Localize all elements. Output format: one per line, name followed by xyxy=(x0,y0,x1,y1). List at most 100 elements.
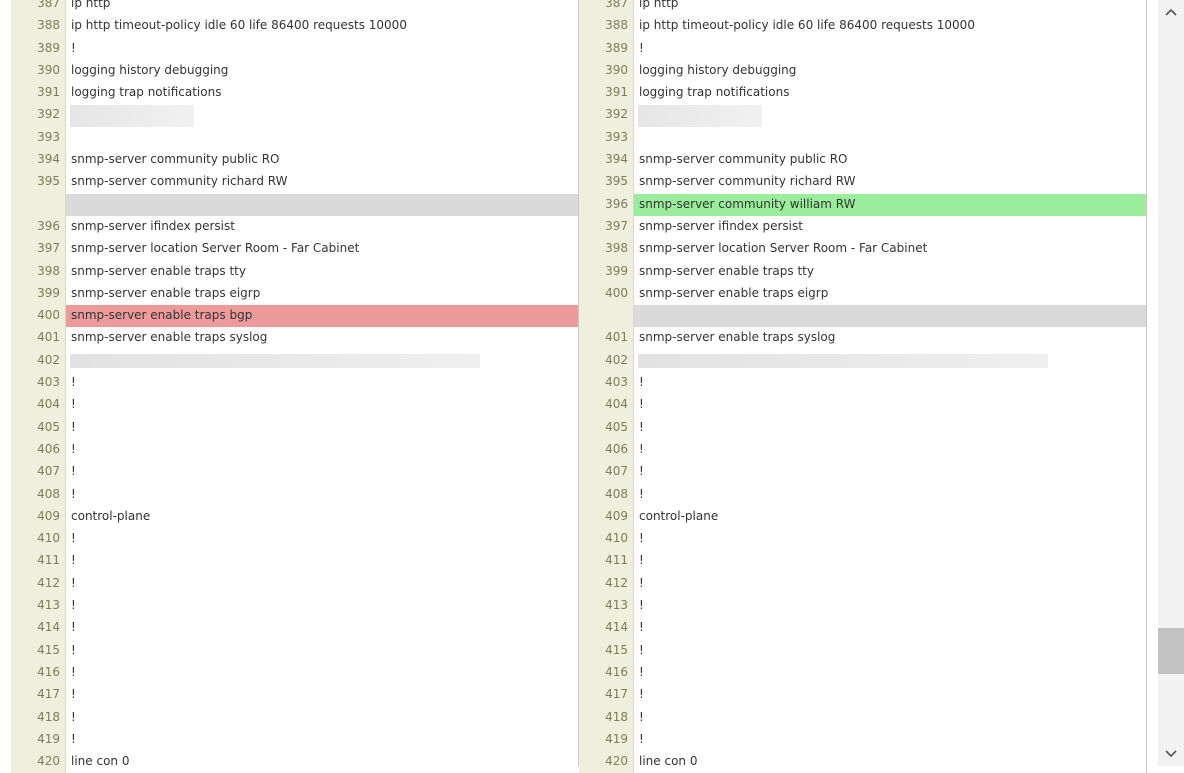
right-line-code[interactable]: ! xyxy=(634,461,1146,483)
right-line-code[interactable]: snmp-server community public RO xyxy=(634,149,1146,171)
left-line-code[interactable]: ! xyxy=(66,707,578,729)
left-line-code[interactable]: ! xyxy=(66,528,578,550)
right-line-code[interactable]: snmp-server enable traps tty xyxy=(634,261,1146,283)
right-line-code[interactable]: ip http xyxy=(634,0,1146,15)
left-line-code[interactable] xyxy=(66,104,578,127)
right-line-code[interactable]: ! xyxy=(634,640,1146,662)
left-line-code[interactable]: ! xyxy=(66,684,578,706)
right-line-number: 415 xyxy=(579,639,634,662)
left-line-number: 392 xyxy=(11,104,66,127)
right-line-code[interactable]: ! xyxy=(634,573,1146,595)
right-line-code[interactable]: ! xyxy=(634,372,1146,394)
right-line-code[interactable]: ! xyxy=(634,617,1146,639)
right-line-code[interactable]: snmp-server enable traps eigrp xyxy=(634,283,1146,305)
left-line-number: 390 xyxy=(11,59,66,83)
scroll-down-button[interactable] xyxy=(1158,742,1184,766)
right-line-code[interactable]: ! xyxy=(634,38,1146,60)
left-line-code[interactable]: snmp-server enable traps bgp xyxy=(66,305,578,328)
right-line-code[interactable]: logging trap notifications xyxy=(634,82,1146,104)
left-line-code[interactable]: snmp-server enable traps tty xyxy=(66,261,578,283)
right-diff-row: 401 snmp-server enable traps syslog xyxy=(579,327,1146,350)
right-line-code[interactable] xyxy=(634,127,1146,149)
vertical-scrollbar[interactable] xyxy=(1158,0,1184,766)
left-line-code[interactable]: ! xyxy=(66,484,578,506)
left-line-code[interactable]: ! xyxy=(66,595,578,617)
left-line-code[interactable]: line con 0 xyxy=(66,751,578,773)
right-line-code[interactable]: ! xyxy=(634,550,1146,572)
left-line-code[interactable]: snmp-server community richard RW xyxy=(66,171,578,193)
left-line-code[interactable]: ! xyxy=(66,38,578,60)
left-line-code[interactable]: ! xyxy=(66,550,578,572)
left-line-code[interactable]: ! xyxy=(66,662,578,684)
left-diff-row: 412! xyxy=(11,572,578,596)
right-line-number: 399 xyxy=(579,260,634,283)
right-line-code[interactable]: ! xyxy=(634,528,1146,550)
left-line-code[interactable]: snmp-server enable traps syslog xyxy=(66,327,578,349)
left-diff-row: 408! xyxy=(11,483,578,506)
right-line-code[interactable]: ! xyxy=(634,707,1146,729)
left-line-code[interactable]: ! xyxy=(66,617,578,639)
left-line-code[interactable] xyxy=(66,350,578,372)
left-line-number: 397 xyxy=(11,238,66,261)
left-diff-row: 392 xyxy=(11,104,578,127)
left-line-code[interactable]: control-plane xyxy=(66,506,578,528)
right-line-code[interactable]: ! xyxy=(634,595,1146,617)
right-line-code[interactable]: snmp-server location Server Room - Far C… xyxy=(634,238,1146,260)
right-line-code[interactable]: snmp-server community richard RW xyxy=(634,171,1146,193)
left-line-code[interactable]: snmp-server enable traps eigrp xyxy=(66,283,578,305)
right-line-code[interactable]: ! xyxy=(634,394,1146,416)
left-line-code[interactable]: ip http xyxy=(66,0,578,15)
right-line-code[interactable] xyxy=(634,350,1146,372)
scroll-thumb[interactable] xyxy=(1158,628,1184,674)
left-diff-row: 416! xyxy=(11,661,578,685)
left-line-code[interactable]: ! xyxy=(66,729,578,751)
left-line-code[interactable]: snmp-server community public RO xyxy=(66,149,578,171)
right-line-number: 406 xyxy=(579,438,634,462)
scroll-up-button[interactable] xyxy=(1158,0,1184,24)
left-diff-row: 396 snmp-server ifindex persist xyxy=(11,215,578,239)
left-line-code[interactable]: logging trap notifications xyxy=(66,82,578,104)
left-diff-row: 400 snmp-server enable traps bgp xyxy=(11,305,578,328)
right-line-number: 410 xyxy=(579,528,634,551)
right-line-code[interactable]: snmp-server community william RW xyxy=(634,193,1146,216)
right-diff-row: 411! xyxy=(579,550,1146,573)
left-line-code[interactable] xyxy=(66,127,578,149)
left-line-code[interactable]: ! xyxy=(66,372,578,394)
right-line-code[interactable]: control-plane xyxy=(634,506,1146,528)
right-line-code[interactable]: ! xyxy=(634,662,1146,684)
left-line-number: 414 xyxy=(11,617,66,640)
right-line-code[interactable]: ip http timeout-policy idle 60 life 8640… xyxy=(634,15,1146,37)
left-line-code[interactable] xyxy=(66,193,578,216)
left-line-code[interactable]: ! xyxy=(66,439,578,461)
right-diff-row: 392 xyxy=(579,104,1146,127)
left-line-code[interactable]: ! xyxy=(66,394,578,416)
left-line-code[interactable]: ip http timeout-policy idle 60 life 8640… xyxy=(66,15,578,37)
left-line-number: 389 xyxy=(11,37,66,60)
right-line-code[interactable]: ! xyxy=(634,417,1146,439)
right-line-code[interactable]: ! xyxy=(634,729,1146,751)
left-diff-row: 413! xyxy=(11,595,578,618)
right-diff-row: 397 snmp-server ifindex persist xyxy=(579,215,1146,239)
right-line-number: 392 xyxy=(579,104,634,127)
left-line-code[interactable]: snmp-server location Server Room - Far C… xyxy=(66,238,578,260)
right-line-code[interactable]: logging history debugging xyxy=(634,60,1146,82)
left-line-number: 413 xyxy=(11,595,66,618)
right-diff-row: 398 snmp-server location Server Room - Fa… xyxy=(579,238,1146,261)
right-line-number: 395 xyxy=(579,171,634,194)
right-line-code[interactable]: ! xyxy=(634,484,1146,506)
left-line-code[interactable]: ! xyxy=(66,573,578,595)
right-line-code[interactable]: line con 0 xyxy=(634,751,1146,773)
left-diff-row: 387 ip http xyxy=(11,0,578,16)
left-line-code[interactable]: ! xyxy=(66,640,578,662)
right-line-code[interactable]: snmp-server ifindex persist xyxy=(634,216,1146,238)
left-line-code[interactable]: ! xyxy=(66,417,578,439)
right-line-code[interactable]: ! xyxy=(634,439,1146,461)
left-line-code[interactable]: ! xyxy=(66,461,578,483)
right-diff-row: 388 ip http timeout-policy idle 60 life 8… xyxy=(579,15,1146,38)
left-line-code[interactable]: snmp-server ifindex persist xyxy=(66,216,578,238)
right-line-code[interactable]: snmp-server enable traps syslog xyxy=(634,327,1146,349)
left-line-code[interactable]: logging history debugging xyxy=(66,60,578,82)
right-line-code[interactable] xyxy=(634,104,1146,127)
right-line-code[interactable] xyxy=(634,305,1146,328)
right-line-code[interactable]: ! xyxy=(634,684,1146,706)
